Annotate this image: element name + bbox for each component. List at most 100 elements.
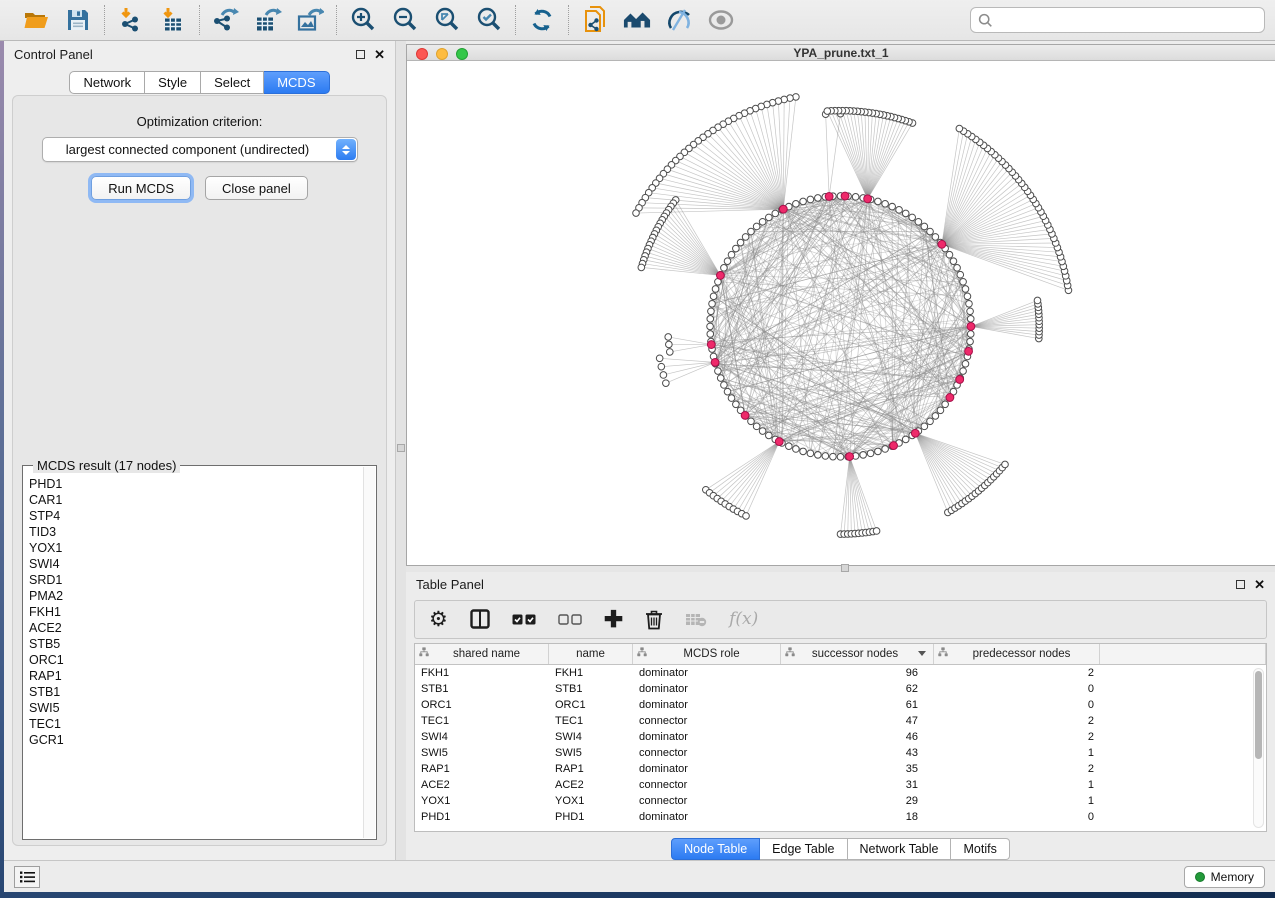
table-scrollbar[interactable] — [1253, 668, 1264, 828]
task-history-button[interactable] — [14, 866, 40, 888]
delete-table-disabled-icon — [685, 612, 707, 627]
column-header-shared-name[interactable]: shared name — [415, 644, 549, 664]
save-icon[interactable] — [64, 6, 92, 34]
table-row[interactable]: SWI4SWI4dominator462 — [415, 729, 1252, 745]
export-network-icon[interactable] — [212, 6, 240, 34]
mcds-result-item[interactable]: GCR1 — [27, 732, 362, 748]
result-list-scrollbar[interactable] — [363, 467, 375, 838]
mcds-result-item[interactable]: YOX1 — [27, 540, 362, 556]
splitter-handle[interactable] — [397, 444, 405, 452]
memory-status-icon — [1195, 872, 1205, 882]
close-panel-button[interactable]: Close panel — [205, 176, 308, 200]
tab-motifs[interactable]: Motifs — [951, 838, 1009, 860]
table-row[interactable]: FKH1FKH1dominator962 — [415, 665, 1252, 681]
mcds-result-item[interactable]: STB1 — [27, 684, 362, 700]
settings-gear-icon[interactable]: ⚙ — [429, 607, 448, 632]
horizontal-splitter[interactable] — [406, 566, 1275, 572]
network-overview-icon[interactable] — [623, 6, 651, 34]
zoom-in-icon[interactable] — [349, 6, 377, 34]
network-canvas[interactable] — [407, 61, 1275, 565]
cell-MCDS-role: connector — [633, 795, 781, 807]
hide-details-icon[interactable] — [665, 6, 693, 34]
tab-network-table[interactable]: Network Table — [848, 838, 952, 860]
import-table-icon[interactable] — [159, 6, 187, 34]
close-window-icon[interactable] — [416, 48, 428, 60]
cell-MCDS-role: connector — [633, 779, 781, 791]
show-details-icon[interactable] — [707, 6, 735, 34]
split-columns-icon[interactable] — [470, 609, 490, 629]
cell-successor-nodes: 47 — [781, 715, 934, 727]
column-header-MCDS-role[interactable]: MCDS role — [633, 644, 781, 664]
export-image-icon[interactable] — [296, 6, 324, 34]
run-mcds-button[interactable]: Run MCDS — [91, 176, 191, 200]
table-row[interactable]: PHD1PHD1dominator180 — [415, 809, 1252, 825]
mcds-result-item[interactable]: SWI4 — [27, 556, 362, 572]
minimize-window-icon[interactable] — [436, 48, 448, 60]
table-row[interactable]: ORC1ORC1dominator610 — [415, 697, 1252, 713]
zoom-selected-icon[interactable] — [475, 6, 503, 34]
table-scrollbar-thumb[interactable] — [1255, 671, 1262, 759]
delete-column-icon[interactable] — [645, 609, 663, 630]
mcds-result-item[interactable]: SWI5 — [27, 700, 362, 716]
open-folder-icon[interactable] — [22, 6, 50, 34]
column-header-predecessor-nodes[interactable]: predecessor nodes — [934, 644, 1100, 664]
add-column-icon[interactable]: ✚ — [604, 606, 623, 633]
mcds-result-item[interactable]: SRD1 — [27, 572, 362, 588]
close-panel-icon[interactable]: ✕ — [374, 48, 385, 61]
import-network-icon[interactable] — [117, 6, 145, 34]
cell-predecessor-nodes: 2 — [934, 715, 1100, 727]
mcds-result-item[interactable]: TEC1 — [27, 716, 362, 732]
status-bar: Memory — [4, 860, 1275, 892]
table-row[interactable]: RAP1RAP1dominator352 — [415, 761, 1252, 777]
column-label: successor nodes — [795, 648, 915, 660]
mcds-result-item[interactable]: STP4 — [27, 508, 362, 524]
mcds-result-item[interactable]: PHD1 — [27, 476, 362, 492]
column-header-successor-nodes[interactable]: successor nodes — [781, 644, 934, 664]
float-window-icon[interactable] — [1236, 580, 1245, 589]
tab-select[interactable]: Select — [201, 71, 264, 94]
mcds-result-item[interactable]: TID3 — [27, 524, 362, 540]
mcds-result-item[interactable]: STB5 — [27, 636, 362, 652]
cell-successor-nodes: 31 — [781, 779, 934, 791]
tab-edge-table[interactable]: Edge Table — [760, 838, 847, 860]
table-row[interactable]: YOX1YOX1connector291 — [415, 793, 1252, 809]
zoom-fit-icon[interactable] — [433, 6, 461, 34]
share-document-icon[interactable] — [581, 6, 609, 34]
cell-MCDS-role: dominator — [633, 667, 781, 679]
cell-predecessor-nodes: 1 — [934, 747, 1100, 759]
cell-name: STB1 — [549, 683, 633, 695]
table-row[interactable]: STB1STB1dominator620 — [415, 681, 1252, 697]
memory-button[interactable]: Memory — [1184, 866, 1265, 888]
search-input[interactable] — [993, 13, 1257, 27]
float-window-icon[interactable] — [356, 50, 365, 59]
table-row[interactable]: TEC1TEC1connector472 — [415, 713, 1252, 729]
refresh-icon[interactable] — [528, 6, 556, 34]
cell-predecessor-nodes: 1 — [934, 795, 1100, 807]
network-view[interactable] — [407, 61, 1275, 565]
zoom-out-icon[interactable] — [391, 6, 419, 34]
mcds-result-item[interactable]: FKH1 — [27, 604, 362, 620]
cell-name: SWI5 — [549, 747, 633, 759]
select-all-checkboxes-icon[interactable] — [512, 614, 536, 625]
close-panel-icon[interactable]: ✕ — [1254, 578, 1265, 591]
cell-name: ORC1 — [549, 699, 633, 711]
deselect-all-checkboxes-icon[interactable] — [558, 614, 582, 625]
panel-splitter[interactable] — [396, 41, 406, 860]
table-row[interactable]: SWI5SWI5connector431 — [415, 745, 1252, 761]
mcds-result-item[interactable]: ACE2 — [27, 620, 362, 636]
table-row[interactable]: ACE2ACE2connector311 — [415, 777, 1252, 793]
mcds-result-item[interactable]: ORC1 — [27, 652, 362, 668]
maximize-window-icon[interactable] — [456, 48, 468, 60]
tab-network[interactable]: Network — [69, 71, 145, 94]
splitter-handle[interactable] — [841, 564, 849, 572]
optimization-criterion-select[interactable]: largest connected component (undirected) — [42, 137, 358, 162]
tab-node-table[interactable]: Node Table — [671, 838, 760, 860]
mcds-result-item[interactable]: RAP1 — [27, 668, 362, 684]
tab-mcds[interactable]: MCDS — [264, 71, 329, 94]
tab-style[interactable]: Style — [145, 71, 201, 94]
column-label: predecessor nodes — [948, 648, 1095, 660]
mcds-result-item[interactable]: PMA2 — [27, 588, 362, 604]
mcds-result-item[interactable]: CAR1 — [27, 492, 362, 508]
column-header-name[interactable]: name — [549, 644, 633, 664]
export-table-icon[interactable] — [254, 6, 282, 34]
